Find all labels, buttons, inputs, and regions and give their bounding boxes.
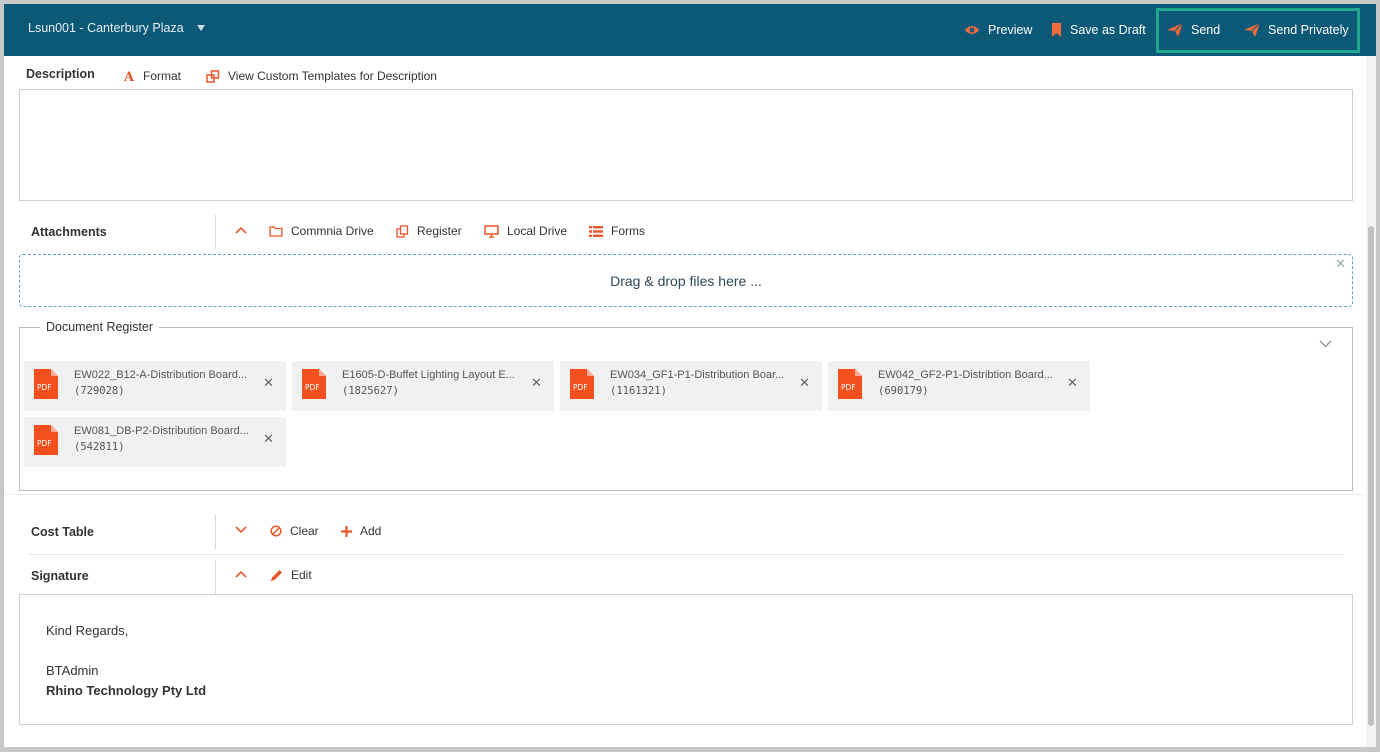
file-dropzone[interactable]: Drag & drop files here ... ✕ bbox=[19, 254, 1353, 307]
copy-icon bbox=[396, 224, 409, 238]
local-drive-button[interactable]: Local Drive bbox=[484, 224, 567, 238]
svg-text:PDF: PDF bbox=[37, 383, 52, 392]
preview-button[interactable]: Preview bbox=[964, 21, 1032, 39]
file-chip[interactable]: PDF EW081_DB-P2-Distribution Board... (5… bbox=[24, 417, 286, 467]
document-register-title: Document Register bbox=[40, 320, 159, 334]
file-chip[interactable]: PDF EW034_GF1-P1-Distribution Boar... (1… bbox=[560, 361, 822, 411]
send-button[interactable]: Send bbox=[1167, 21, 1220, 39]
chevron-up-icon[interactable] bbox=[235, 226, 247, 234]
pdf-icon: PDF bbox=[838, 369, 862, 399]
close-icon[interactable]: ✕ bbox=[1335, 257, 1346, 271]
divider bbox=[29, 554, 1343, 555]
pdf-icon: PDF bbox=[302, 369, 326, 399]
pdf-icon: PDF bbox=[570, 369, 594, 399]
folder-icon bbox=[269, 225, 283, 237]
signature-box: Kind Regards, BTAdmin Rhino Technology P… bbox=[19, 594, 1353, 725]
chevron-down-icon[interactable] bbox=[235, 526, 247, 534]
file-name: E1605-D-Buffet Lighting Layout E... bbox=[342, 369, 515, 381]
bookmark-icon bbox=[1052, 23, 1061, 37]
compose-window: Lsun001 - Canterbury Plaza Preview Save … bbox=[0, 0, 1380, 752]
document-register: Document Register PDF EW022_B12-A-Distri… bbox=[19, 320, 1353, 491]
svg-text:A: A bbox=[124, 70, 135, 82]
top-bar: Lsun001 - Canterbury Plaza Preview Save … bbox=[4, 4, 1376, 56]
commnia-drive-button[interactable]: Commnia Drive bbox=[269, 224, 374, 238]
pdf-icon: PDF bbox=[34, 369, 58, 399]
project-selector[interactable]: Lsun001 - Canterbury Plaza bbox=[28, 21, 184, 35]
paper-plane-icon bbox=[1167, 23, 1183, 37]
divider bbox=[215, 560, 216, 594]
chevron-down-icon[interactable] bbox=[1319, 340, 1332, 348]
file-id: (1161321) bbox=[610, 385, 667, 397]
pdf-icon: PDF bbox=[34, 425, 58, 455]
remove-file-icon[interactable]: ✕ bbox=[1067, 375, 1078, 391]
remove-file-icon[interactable]: ✕ bbox=[263, 375, 274, 391]
remove-file-icon[interactable]: ✕ bbox=[799, 375, 810, 391]
ban-icon bbox=[270, 525, 282, 537]
caret-down-icon[interactable] bbox=[197, 25, 205, 31]
paper-plane-icon bbox=[1244, 23, 1260, 37]
divider bbox=[215, 215, 216, 249]
save-draft-button[interactable]: Save as Draft bbox=[1051, 21, 1146, 39]
file-id: (690179) bbox=[878, 385, 929, 397]
svg-text:PDF: PDF bbox=[841, 383, 856, 392]
description-editor[interactable] bbox=[19, 89, 1353, 201]
attachments-title: Attachments bbox=[31, 225, 107, 239]
file-chip[interactable]: PDF EW042_GF2-P1-Distribtion Board... (6… bbox=[828, 361, 1090, 411]
signature-regards: Kind Regards, bbox=[46, 623, 129, 638]
file-chip[interactable]: PDF EW022_B12-A-Distribution Board... (7… bbox=[24, 361, 286, 411]
svg-text:PDF: PDF bbox=[573, 383, 588, 392]
divider bbox=[4, 494, 1364, 495]
signature-title: Signature bbox=[31, 569, 89, 583]
svg-text:PDF: PDF bbox=[305, 383, 320, 392]
clear-button[interactable]: Clear bbox=[270, 524, 319, 538]
scrollbar-thumb[interactable] bbox=[1368, 226, 1374, 726]
forms-button[interactable]: Forms bbox=[589, 224, 645, 238]
view-templates-button[interactable]: View Custom Templates for Description bbox=[206, 69, 437, 83]
remove-file-icon[interactable]: ✕ bbox=[531, 375, 542, 391]
file-chip[interactable]: PDF E1605-D-Buffet Lighting Layout E... … bbox=[292, 361, 554, 411]
register-button[interactable]: Register bbox=[396, 224, 462, 238]
remove-file-icon[interactable]: ✕ bbox=[263, 431, 274, 447]
divider bbox=[215, 515, 216, 549]
plus-icon bbox=[341, 525, 352, 537]
font-icon: A bbox=[124, 70, 135, 82]
cost-table-title: Cost Table bbox=[31, 525, 94, 539]
add-button[interactable]: Add bbox=[341, 524, 381, 538]
chevron-up-icon[interactable] bbox=[235, 570, 247, 578]
format-button[interactable]: A Format bbox=[124, 69, 181, 83]
file-name: EW081_DB-P2-Distribution Board... bbox=[74, 425, 249, 437]
monitor-icon bbox=[484, 224, 499, 238]
file-id: (1825627) bbox=[342, 385, 399, 397]
file-name: EW034_GF1-P1-Distribution Boar... bbox=[610, 369, 785, 381]
pencil-icon bbox=[271, 569, 282, 581]
templates-icon bbox=[206, 69, 220, 83]
file-name: EW042_GF2-P1-Distribtion Board... bbox=[878, 369, 1053, 381]
eye-icon bbox=[965, 26, 979, 34]
edit-signature-button[interactable]: Edit bbox=[270, 568, 312, 582]
send-privately-button[interactable]: Send Privately bbox=[1244, 21, 1349, 39]
svg-text:PDF: PDF bbox=[37, 439, 52, 448]
list-icon bbox=[589, 225, 603, 237]
file-id: (729028) bbox=[74, 385, 125, 397]
signature-company: Rhino Technology Pty Ltd bbox=[46, 683, 207, 698]
file-name: EW022_B12-A-Distribution Board... bbox=[74, 369, 248, 381]
file-id: (542811) bbox=[74, 441, 125, 453]
description-title: Description bbox=[26, 67, 95, 81]
signature-name: BTAdmin bbox=[46, 663, 99, 678]
